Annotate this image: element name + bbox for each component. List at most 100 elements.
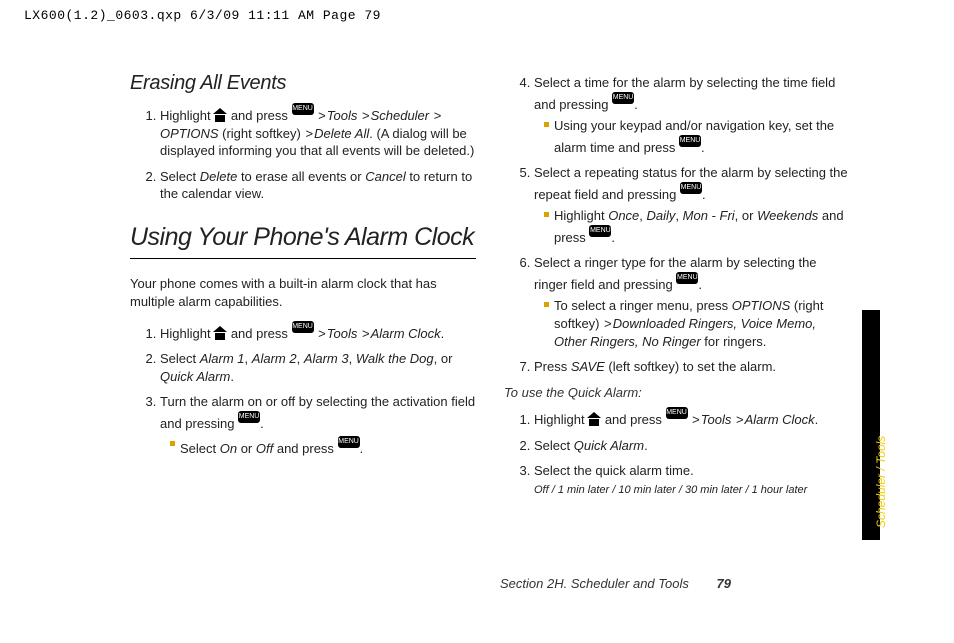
home-icon — [214, 328, 227, 340]
alarm1-label: Alarm 1 — [200, 351, 245, 366]
heading-rule — [130, 258, 476, 259]
gt: > — [315, 108, 326, 123]
side-tab: Scheduler / Tools — [862, 310, 880, 540]
text: Select — [180, 441, 220, 456]
alarm-step-6-sub: To select a ringer menu, press OPTIONS (… — [544, 297, 850, 350]
dog-label: Walk the Dog — [356, 351, 434, 366]
text: (right softkey) — [219, 126, 305, 141]
page-footer: Section 2H. Scheduler and Tools 79 — [500, 576, 731, 591]
page-body: Erasing All Events Highlight and press M… — [130, 70, 850, 570]
erase-step-1: Highlight and press MENU OK >Tools >Sche… — [160, 103, 476, 160]
gt: > — [315, 326, 326, 341]
text: and press — [601, 412, 665, 427]
alarm-step-4: Select a time for the alarm by selecting… — [534, 74, 850, 156]
save-label: SAVE — [571, 359, 605, 374]
text: Select a ringer type for the alarm by se… — [534, 255, 817, 292]
text: to erase all events or — [237, 169, 365, 184]
tools-label: Tools — [701, 412, 732, 427]
text: for ringers. — [701, 334, 767, 349]
menu-ok-icon: MENU OK — [680, 182, 702, 194]
quick-alarm-label: Quick Alarm — [574, 438, 644, 453]
menu-ok-icon: MENU OK — [666, 407, 688, 419]
menu-ok-icon: MENU OK — [679, 135, 701, 147]
section-label: Section 2H. Scheduler and Tools — [500, 576, 689, 591]
left-column: Erasing All Events Highlight and press M… — [130, 70, 476, 570]
text: Select the quick alarm time. — [534, 463, 694, 478]
text: Turn the alarm on or off by selecting th… — [160, 394, 475, 431]
off-label: Off — [256, 441, 273, 456]
menu-ok-icon: MENU OK — [292, 103, 314, 115]
quick-step-1: Highlight and press MENU OK >Tools >Alar… — [534, 407, 850, 429]
text: Select — [534, 438, 574, 453]
alarm-clock-label: Alarm Clock — [371, 326, 441, 341]
menu-ok-icon: MENU OK — [676, 272, 698, 284]
menu-ok-icon: MENU OK — [338, 436, 360, 448]
quick-alarm-label: Quick Alarm — [160, 369, 230, 384]
erase-step-2: Select Delete to erase all events or Can… — [160, 168, 476, 203]
text: , or — [735, 208, 757, 223]
alarm-steps: Highlight and press MENU OK >Tools >Alar… — [130, 321, 476, 458]
text: Highlight — [160, 326, 214, 341]
page-number: 79 — [717, 576, 731, 591]
gt: > — [604, 316, 612, 331]
alarm-step-5-sub: Highlight Once, Daily, Mon - Fri, or Wee… — [544, 207, 850, 246]
gt: > — [732, 412, 743, 427]
alarm-steps-cont: Select a time for the alarm by selecting… — [504, 74, 850, 376]
gt: > — [358, 108, 369, 123]
delete-all-label: Delete All — [314, 126, 369, 141]
text: Highlight — [554, 208, 608, 223]
delete-label: Delete — [200, 169, 238, 184]
menu-ok-icon: MENU OK — [292, 321, 314, 333]
menu-ok-icon: MENU OK — [589, 225, 611, 237]
alarm-clock-label: Alarm Clock — [745, 412, 815, 427]
heading-erasing: Erasing All Events — [130, 70, 476, 97]
text: (left softkey) to set the alarm. — [605, 359, 776, 374]
alarm3-label: Alarm 3 — [304, 351, 349, 366]
text: To select a ringer menu, press — [554, 298, 732, 313]
alarm2-label: Alarm 2 — [252, 351, 297, 366]
tools-label: Tools — [327, 326, 358, 341]
text: and press — [273, 441, 337, 456]
text: Highlight — [160, 108, 214, 123]
quick-step-3: Select the quick alarm time. Off / 1 min… — [534, 462, 850, 497]
alarm-step-6: Select a ringer type for the alarm by se… — [534, 254, 850, 350]
quick-alarm-heading: To use the Quick Alarm: — [504, 384, 850, 402]
alarm-step-3: Turn the alarm on or off by selecting th… — [160, 393, 476, 458]
alarm-step-1: Highlight and press MENU OK >Tools >Alar… — [160, 321, 476, 343]
alarm-step-7: Press SAVE (left softkey) to set the ala… — [534, 358, 850, 376]
alarm-step-3-sub: Select On or Off and press MENU OK. — [170, 436, 476, 458]
once-label: Once — [608, 208, 639, 223]
text: Select a time for the alarm by selecting… — [534, 75, 835, 112]
side-tab-label: Scheduler / Tools — [874, 436, 888, 528]
alarm-intro: Your phone comes with a built-in alarm c… — [130, 275, 476, 310]
weekends-label: Weekends — [757, 208, 818, 223]
text: and press — [227, 326, 291, 341]
menu-ok-icon: MENU OK — [612, 92, 634, 104]
menu-ok-icon: MENU OK — [238, 411, 260, 423]
slug-line: LX600(1.2)_0603.qxp 6/3/09 11:11 AM Page… — [24, 8, 381, 23]
gt: > — [689, 412, 700, 427]
quick-alarm-steps: Highlight and press MENU OK >Tools >Alar… — [504, 407, 850, 497]
gt: > — [430, 108, 441, 123]
alarm-step-2: Select Alarm 1, Alarm 2, Alarm 3, Walk t… — [160, 350, 476, 385]
home-icon — [588, 414, 601, 426]
text: or — [237, 441, 256, 456]
text: Highlight — [534, 412, 588, 427]
right-column: Select a time for the alarm by selecting… — [504, 70, 850, 570]
text: Select — [160, 169, 200, 184]
gt: > — [358, 326, 369, 341]
on-label: On — [220, 441, 237, 456]
quick-times: Off / 1 min later / 10 min later / 30 mi… — [534, 484, 807, 496]
text: Select — [160, 351, 200, 366]
erase-steps: Highlight and press MENU OK >Tools >Sche… — [130, 103, 476, 203]
alarm-step-4-sub: Using your keypad and/or navigation key,… — [544, 117, 850, 156]
monfri-label: Mon - Fri — [683, 208, 735, 223]
alarm-step-5: Select a repeating status for the alarm … — [534, 164, 850, 246]
text: and press — [227, 108, 291, 123]
text: Press — [534, 359, 571, 374]
heading-alarm: Using Your Phone's Alarm Clock — [130, 221, 476, 255]
text: , or — [434, 351, 453, 366]
gt: > — [305, 126, 313, 141]
daily-label: Daily — [647, 208, 676, 223]
scheduler-label: Scheduler — [371, 108, 430, 123]
